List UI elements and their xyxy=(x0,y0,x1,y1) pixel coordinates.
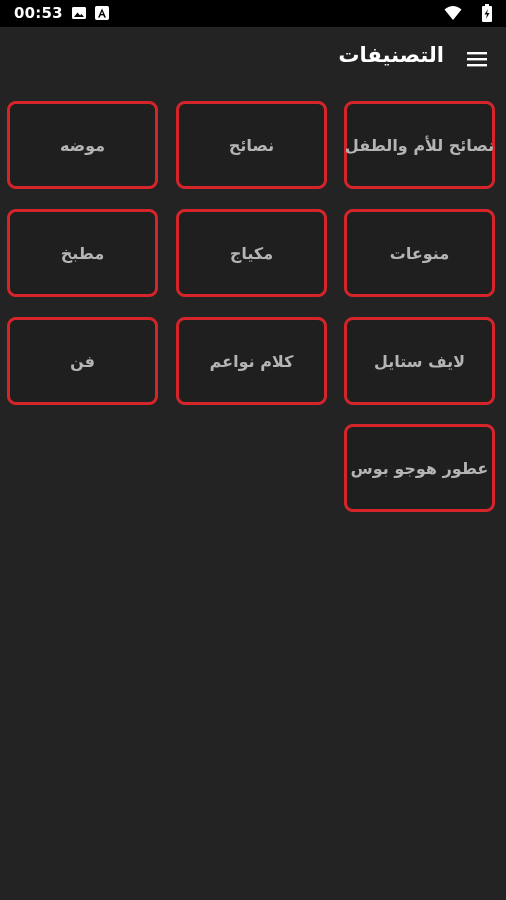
category-tile[interactable]: نصائح للأم والطفل xyxy=(344,101,495,189)
wifi-icon xyxy=(444,6,462,20)
status-time: 00:53 xyxy=(14,4,63,22)
category-tile[interactable]: كلام نواعم xyxy=(176,317,327,405)
category-tile[interactable]: فن xyxy=(7,317,158,405)
category-label: مطبخ xyxy=(60,243,105,263)
category-tile[interactable]: منوعات xyxy=(344,209,495,297)
category-tile[interactable]: مطبخ xyxy=(7,209,158,297)
battery-icon xyxy=(482,4,492,22)
category-label: كلام نواعم xyxy=(209,351,294,371)
category-tile[interactable]: مكياج xyxy=(176,209,327,297)
category-label: لايف ستايل xyxy=(373,351,466,371)
category-label: نصائح للأم والطفل xyxy=(344,135,495,155)
hamburger-menu-icon[interactable] xyxy=(466,49,488,69)
category-label: مكياج xyxy=(229,243,274,263)
app-bar: التصنيفات xyxy=(0,27,506,92)
page-title: التصنيفات xyxy=(338,43,444,67)
category-label: نصائح xyxy=(228,135,275,155)
category-label: فن xyxy=(70,351,95,371)
image-icon xyxy=(72,7,86,19)
category-tile[interactable]: عطور هوجو بوس xyxy=(344,424,495,512)
category-label: موضه xyxy=(59,135,106,155)
category-tile[interactable]: لايف ستايل xyxy=(344,317,495,405)
category-tile[interactable]: موضه xyxy=(7,101,158,189)
notification-a-icon xyxy=(95,6,109,20)
category-label: عطور هوجو بوس xyxy=(350,458,489,478)
status-bar: 00:53 xyxy=(0,0,506,27)
category-label: منوعات xyxy=(389,243,450,263)
category-tile[interactable]: نصائح xyxy=(176,101,327,189)
